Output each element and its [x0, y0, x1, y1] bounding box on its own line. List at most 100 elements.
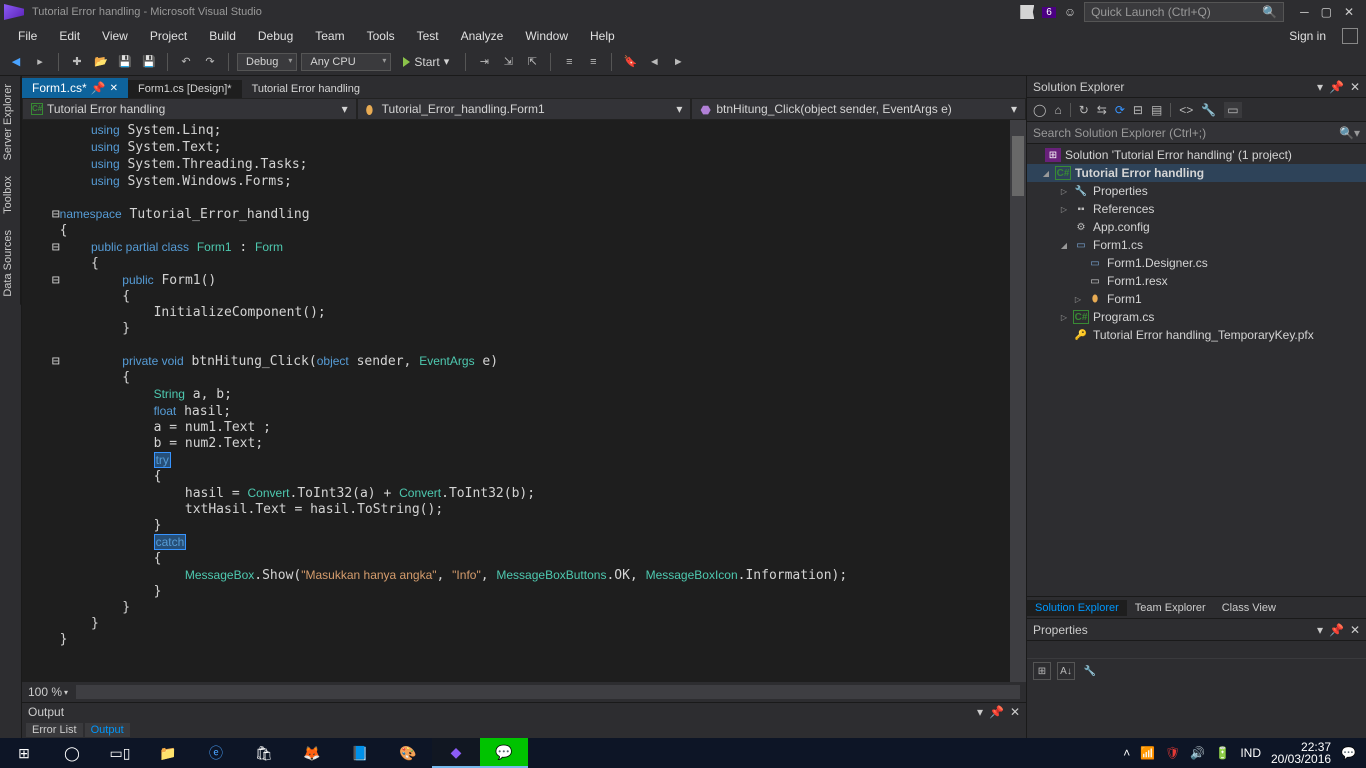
bookmark-button[interactable]: 🔖 [620, 52, 640, 72]
se-code-button[interactable]: <> [1179, 103, 1193, 117]
defender-icon[interactable]: 🛡 [1165, 746, 1180, 760]
se-showall-button[interactable]: ▤ [1151, 103, 1162, 117]
se-home-button[interactable]: ⌂ [1054, 103, 1061, 117]
se-properties-button[interactable]: 🔧 [1201, 103, 1216, 117]
nav-project-dropdown[interactable]: C#Tutorial Error handling▾ [22, 98, 357, 120]
se-preview-button[interactable]: ▭ [1224, 102, 1241, 118]
store-app[interactable]: 🛍 [240, 738, 288, 768]
tab-form1-cs[interactable]: Form1.cs* 📌 ✕ [22, 78, 128, 98]
new-project-button[interactable]: ✚ [67, 52, 87, 72]
tree-references[interactable]: ▷▪▪References [1027, 200, 1366, 218]
nav-forward-button[interactable]: ▸ [30, 52, 50, 72]
toolbox-tab[interactable]: Toolbox [0, 168, 21, 222]
tray-expand-icon[interactable]: ˄ [1123, 746, 1130, 760]
step-over-button[interactable]: ⇲ [498, 52, 518, 72]
next-bookmark-button[interactable]: ► [668, 52, 688, 72]
wifi-icon[interactable]: 📶 [1140, 746, 1155, 760]
battery-icon[interactable]: 🔋 [1215, 746, 1230, 760]
tab-class-view[interactable]: Class View [1214, 600, 1284, 616]
comment-button[interactable]: ≡ [559, 52, 579, 72]
notepad-app[interactable]: 📘 [336, 738, 384, 768]
se-search-input[interactable]: Search Solution Explorer (Ctrl+;) 🔍▾ [1027, 122, 1366, 144]
undo-button[interactable]: ↶ [176, 52, 196, 72]
output-dropdown-icon[interactable]: ▾ [977, 705, 983, 719]
tree-solution[interactable]: ⊞Solution 'Tutorial Error handling' (1 p… [1027, 146, 1366, 164]
tree-form1class[interactable]: ▷⬮Form1 [1027, 290, 1366, 308]
tree-form1resx[interactable]: ▭Form1.resx [1027, 272, 1366, 290]
menu-tools[interactable]: Tools [357, 27, 405, 45]
language-indicator[interactable]: IND [1240, 746, 1261, 760]
paint-app[interactable]: 🎨 [384, 738, 432, 768]
clock[interactable]: 22:37 20/03/2016 [1271, 741, 1331, 765]
start-debugging-button[interactable]: Start ▾ [395, 53, 457, 71]
solution-config-dropdown[interactable]: Debug [237, 53, 297, 71]
firefox-browser[interactable]: 🦊 [288, 738, 336, 768]
save-button[interactable]: 💾 [115, 52, 135, 72]
menu-debug[interactable]: Debug [248, 27, 303, 45]
prev-bookmark-button[interactable]: ◄ [644, 52, 664, 72]
props-pin-icon[interactable]: 📌 [1329, 623, 1344, 637]
feedback-icon[interactable]: ☺ [1064, 5, 1076, 19]
tab-solution-explorer[interactable]: Solution Explorer [1027, 600, 1127, 616]
save-all-button[interactable]: 💾 [139, 52, 159, 72]
output-tab[interactable]: Output [85, 723, 130, 737]
uncomment-button[interactable]: ≡ [583, 52, 603, 72]
props-wrench-button[interactable]: 🔧 [1081, 662, 1099, 680]
menu-build[interactable]: Build [199, 27, 246, 45]
notifications-flag-icon[interactable] [1020, 5, 1034, 19]
tree-programcs[interactable]: ▷C#Program.cs [1027, 308, 1366, 326]
code-editor[interactable]: using System.Linq; using System.Text; us… [22, 120, 1026, 682]
se-close-icon[interactable]: ✕ [1350, 80, 1360, 94]
avatar-icon[interactable] [1342, 28, 1358, 44]
volume-icon[interactable]: 🔊 [1190, 746, 1205, 760]
pin-icon[interactable]: 📌 [91, 81, 106, 95]
se-refresh-button[interactable]: ⟳ [1115, 103, 1125, 117]
nav-member-dropdown[interactable]: ⬣btnHitung_Click(object sender, EventArg… [691, 98, 1026, 120]
tree-pfx[interactable]: 🔑Tutorial Error handling_TemporaryKey.pf… [1027, 326, 1366, 344]
props-dropdown-icon[interactable]: ▾ [1317, 623, 1323, 637]
se-pending-button[interactable]: ⇆ [1097, 103, 1107, 117]
se-back-button[interactable]: ◯ [1033, 103, 1046, 117]
solution-platform-dropdown[interactable]: Any CPU [301, 53, 391, 71]
menu-project[interactable]: Project [140, 27, 197, 45]
tab-team-explorer[interactable]: Team Explorer [1127, 600, 1214, 616]
output-pin-icon[interactable]: 📌 [989, 705, 1004, 719]
zoom-level[interactable]: 100 % [28, 685, 62, 699]
nav-class-dropdown[interactable]: ⬮Tutorial_Error_handling.Form1▾ [357, 98, 692, 120]
menu-window[interactable]: Window [515, 27, 578, 45]
cortana-search[interactable]: ◯ [48, 738, 96, 768]
file-explorer[interactable]: 📁 [144, 738, 192, 768]
menu-file[interactable]: File [8, 27, 47, 45]
menu-view[interactable]: View [92, 27, 138, 45]
tree-appconfig[interactable]: ⚙App.config [1027, 218, 1366, 236]
menu-test[interactable]: Test [407, 27, 449, 45]
nav-backward-button[interactable]: ◀ [6, 52, 26, 72]
visual-studio-app[interactable]: ◆ [432, 738, 480, 768]
vertical-scrollbar[interactable] [1010, 120, 1026, 682]
close-tab-icon[interactable]: ✕ [110, 83, 118, 94]
menu-team[interactable]: Team [305, 27, 354, 45]
error-list-tab[interactable]: Error List [26, 723, 83, 737]
tab-tutorial[interactable]: Tutorial Error handling [242, 80, 370, 98]
solution-tree[interactable]: ⊞Solution 'Tutorial Error handling' (1 p… [1027, 144, 1366, 596]
server-explorer-tab[interactable]: Server Explorer [0, 76, 21, 168]
data-sources-tab[interactable]: Data Sources [0, 222, 21, 305]
menu-edit[interactable]: Edit [49, 27, 90, 45]
step-out-button[interactable]: ⇱ [522, 52, 542, 72]
tree-project[interactable]: ◢C#Tutorial Error handling [1027, 164, 1366, 182]
tree-form1designer[interactable]: ▭Form1.Designer.cs [1027, 254, 1366, 272]
se-pin-icon[interactable]: 📌 [1329, 80, 1344, 94]
sign-in-link[interactable]: Sign in [1279, 27, 1336, 45]
task-view[interactable]: ▭▯ [96, 738, 144, 768]
props-close-icon[interactable]: ✕ [1350, 623, 1360, 637]
horizontal-scrollbar[interactable] [76, 685, 1020, 699]
minimize-button[interactable]: ─ [1300, 5, 1309, 19]
menu-help[interactable]: Help [580, 27, 625, 45]
categorized-button[interactable]: ⊞ [1033, 662, 1051, 680]
alphabetical-button[interactable]: A↓ [1057, 662, 1075, 680]
se-dropdown-icon[interactable]: ▾ [1317, 80, 1323, 94]
se-sync-button[interactable]: ↻ [1079, 103, 1089, 117]
code-content[interactable]: using System.Linq; using System.Text; us… [44, 120, 1010, 682]
notifications-center-icon[interactable]: 💬 [1341, 746, 1356, 760]
tree-form1cs[interactable]: ◢▭Form1.cs [1027, 236, 1366, 254]
